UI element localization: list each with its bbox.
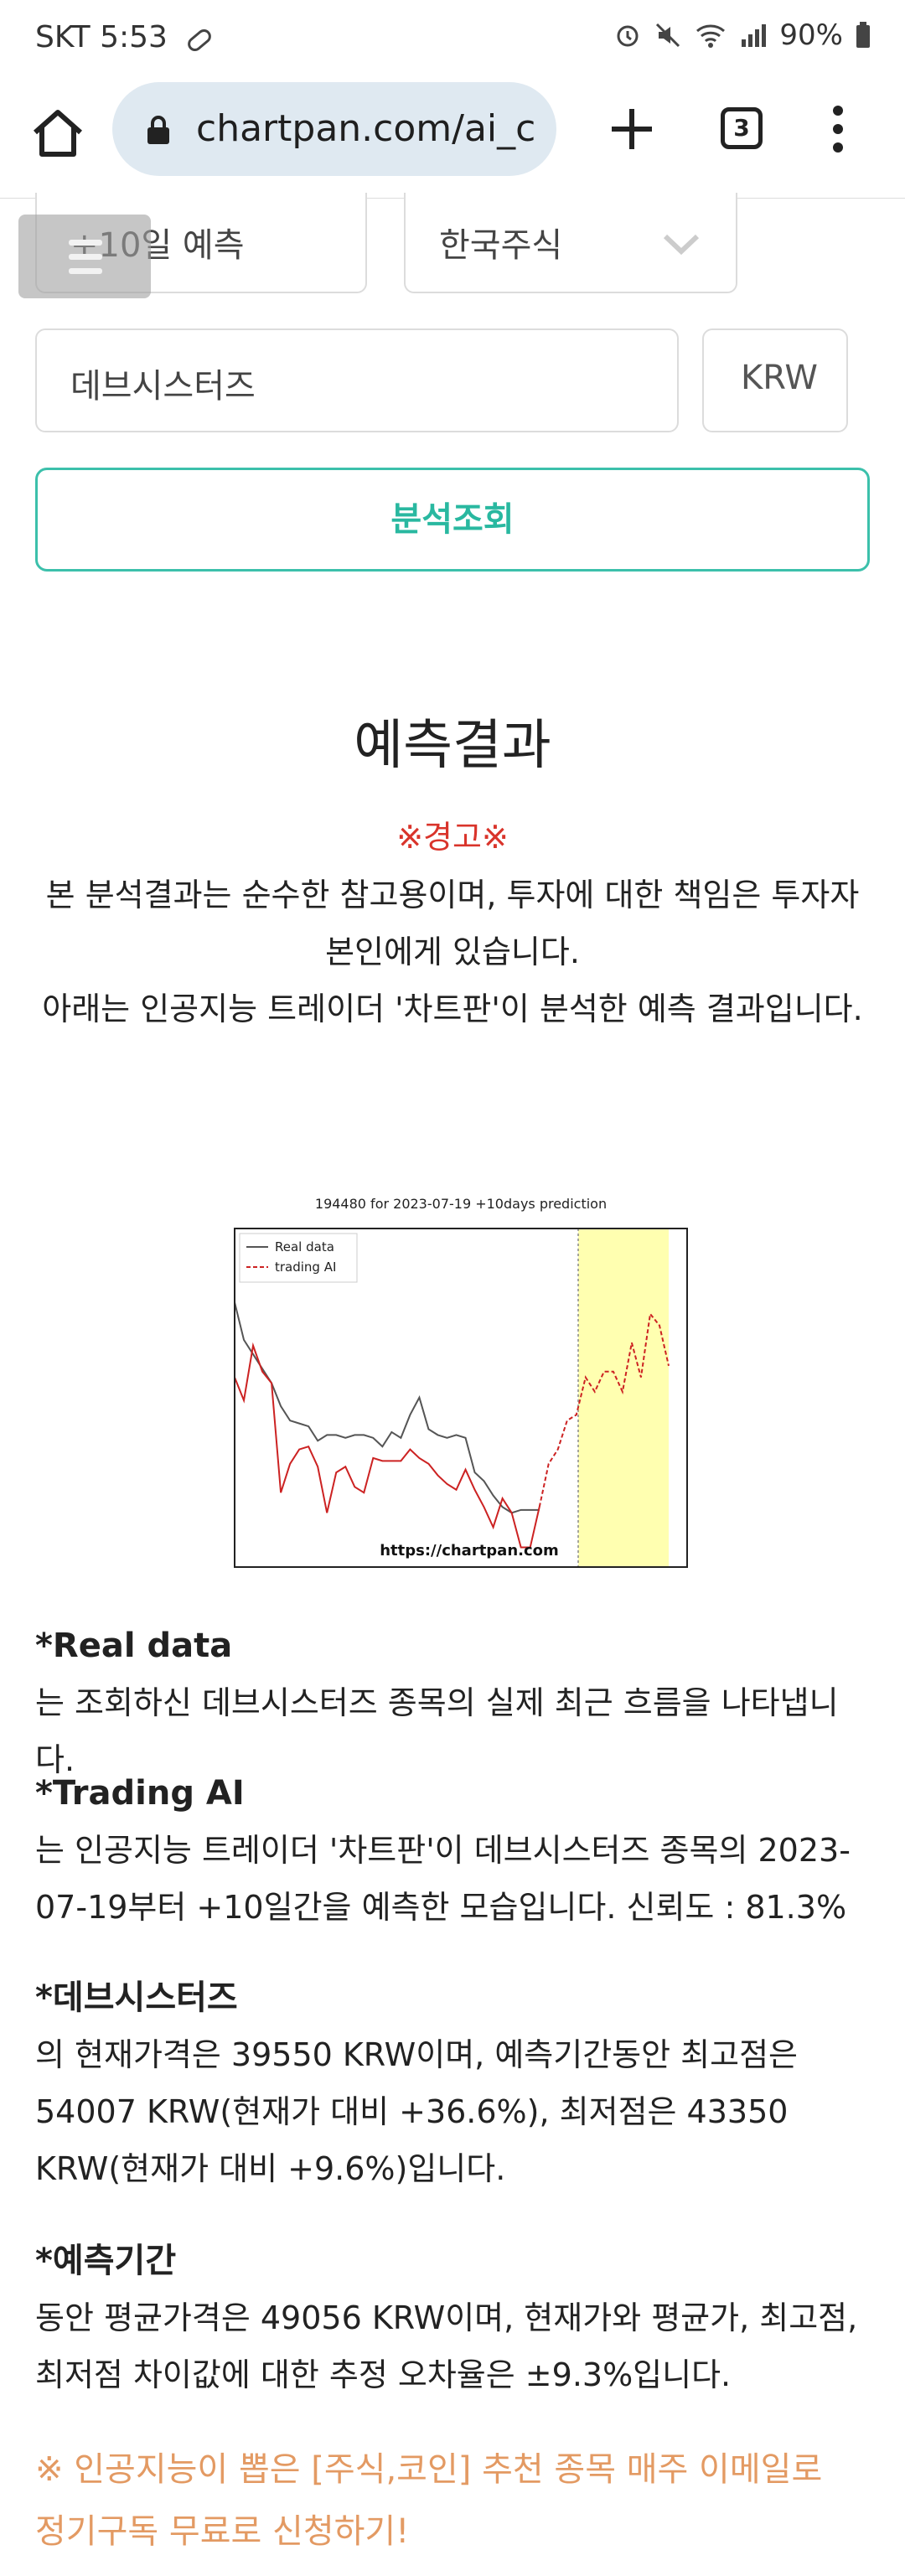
subscribe-link[interactable]: ※ 인공지능이 뽑은 [주식,코인] 추천 종목 매주 이메일로 정기구독 무료… <box>35 2439 856 2563</box>
stock-input[interactable]: 데브시스터즈 <box>35 328 679 432</box>
section-trading-ai: *Trading AI 는 인공지능 트레이더 '차트판'이 데브시스터즈 종목… <box>35 1765 873 1936</box>
status-icons: 90% <box>613 18 871 52</box>
home-icon[interactable] <box>28 104 87 163</box>
section-body: 동안 평균가격은 49056 KRW이며, 현재가와 평균가, 최고점, 최저점… <box>35 2299 858 2393</box>
carrier-time: SKT 5:53 <box>35 20 168 54</box>
url-text: chartpan.com/ai_c <box>196 107 536 150</box>
disclaimer-line-1: 본 분석결과는 순수한 참고용이며, 투자에 대한 책임은 투자자 <box>45 877 860 913</box>
legend-trading-ai: trading AI <box>275 1260 336 1275</box>
prediction-chart: 194480 for 2023-07-19 +10days prediction… <box>234 1196 688 1568</box>
section-period: *예측기간 동안 평균가격은 49056 KRW이며, 현재가와 평균가, 최고… <box>35 2232 873 2403</box>
new-tab-icon[interactable] <box>608 106 655 153</box>
warning-text: ※경고※ <box>396 819 509 856</box>
status-bar: SKT 5:53 90% <box>0 0 905 80</box>
section-head: *Trading AI <box>35 1774 245 1813</box>
battery-percent: 90% <box>779 18 843 52</box>
analyze-button[interactable]: 분석조회 <box>35 468 870 572</box>
disclaimer-line-3: 아래는 인공지능 트레이더 '차트판'이 분석한 예측 결과입니다. <box>42 991 863 1027</box>
battery-icon <box>856 22 870 48</box>
legend-real-data: Real data <box>275 1239 334 1254</box>
menu-button[interactable] <box>18 215 151 298</box>
section-head: *예측기간 <box>35 2242 177 2280</box>
prediction-region <box>578 1229 669 1567</box>
result-title: 예측결과 <box>354 715 551 777</box>
section-body: 의 현재가격은 39550 KRW이며, 예측기간동안 최고점은 54007 K… <box>35 2036 798 2187</box>
section-body: 는 인공지능 트레이더 '차트판'이 데브시스터즈 종목의 2023-07-19… <box>35 1832 851 1926</box>
url-bar[interactable]: chartpan.com/ai_c <box>112 82 556 176</box>
chart-title: 194480 for 2023-07-19 +10days prediction <box>315 1196 607 1212</box>
chart-watermark: https://chartpan.com <box>380 1542 559 1560</box>
currency-field[interactable]: KRW <box>702 328 848 432</box>
signal-icon <box>742 24 767 47</box>
more-options-icon[interactable] <box>830 104 846 154</box>
disclaimer: 본 분석결과는 순수한 참고용이며, 투자에 대한 책임은 투자자 본인에게 있… <box>0 866 905 1037</box>
chevron-down-icon <box>663 234 700 256</box>
market-select[interactable]: 한국주식 <box>404 193 737 293</box>
wifi-icon <box>696 24 726 48</box>
tab-switcher-button[interactable]: 3 <box>721 107 763 149</box>
series-line-trading-ai <box>234 1342 540 1549</box>
legend: Real data trading AI <box>239 1233 358 1283</box>
mute-icon <box>656 23 680 48</box>
section-head: *Real data <box>35 1627 233 1665</box>
section-stock: *데브시스터즈 의 현재가격은 39550 KRW이며, 예측기간동안 최고점은… <box>35 1969 873 2197</box>
pill-icon <box>188 29 211 51</box>
lock-icon <box>147 116 169 144</box>
section-head: *데브시스터즈 <box>35 1979 238 2017</box>
disclaimer-line-2: 본인에게 있습니다. <box>325 934 580 970</box>
section-real-data: *Real data 는 조회하신 데브시스터즈 종목의 실제 최근 흐름을 나… <box>35 1617 873 1788</box>
alarm-icon <box>617 25 639 47</box>
